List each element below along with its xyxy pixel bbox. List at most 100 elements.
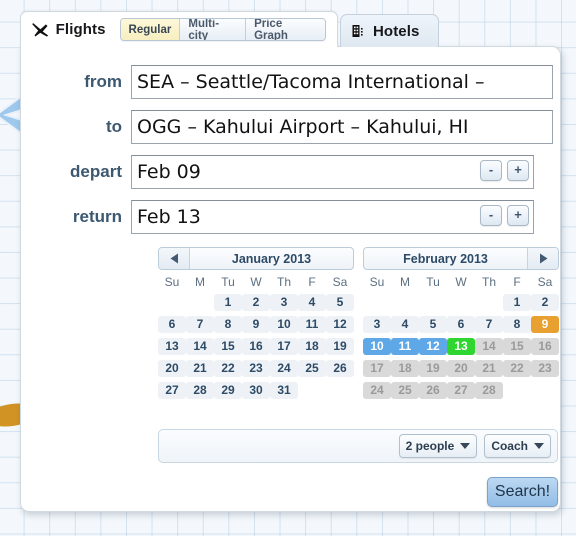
calendar-day: 16: [531, 338, 559, 355]
calendar-week-row: 24 25 26 27 28: [363, 382, 559, 401]
chevron-left-icon: [170, 253, 178, 264]
to-label: to: [105, 117, 122, 136]
day-of-week-header: Th: [276, 275, 291, 289]
calendar-day[interactable]: 14: [186, 338, 214, 355]
calendar-day[interactable]: 6: [447, 316, 475, 333]
calendar-day[interactable]: 10: [363, 338, 391, 355]
flight-mode-segmented-control[interactable]: Regular Multi-city Price Graph: [119, 18, 326, 41]
calendar-day[interactable]: 2: [531, 294, 559, 311]
calendar-day: 19: [419, 360, 447, 377]
calendar-day-empty: [186, 294, 214, 311]
segment-regular[interactable]: Regular: [120, 19, 181, 40]
calendar-week-row: 27 28 29 30 31: [158, 382, 354, 401]
calendar-day[interactable]: 1: [503, 294, 531, 311]
calendar-day[interactable]: 2: [242, 294, 270, 311]
calendar-day[interactable]: 30: [242, 382, 270, 399]
calendar-day[interactable]: 29: [214, 382, 242, 399]
calendar-day[interactable]: 27: [158, 382, 186, 399]
flight-search-panel: from SEA – Seattle/Tacoma International …: [20, 46, 561, 512]
return-row: return Feb 13 - +: [21, 199, 562, 235]
calendar-day-empty: [419, 294, 447, 311]
depart-decrement-button[interactable]: -: [480, 160, 502, 181]
tab-hotels[interactable]: Hotels: [340, 14, 439, 47]
calendar-day[interactable]: 18: [298, 338, 326, 355]
day-of-week-header: Tu: [426, 275, 440, 289]
calendar-day[interactable]: 13: [447, 338, 475, 355]
calendar-day[interactable]: 12: [419, 338, 447, 355]
calendar-day-empty: [363, 294, 391, 311]
calendar-day[interactable]: 7: [475, 316, 503, 333]
return-stepper: - +: [480, 205, 529, 226]
return-input[interactable]: Feb 13 - +: [131, 200, 534, 234]
calendar-day[interactable]: 12: [326, 316, 354, 333]
segment-price-graph[interactable]: Price Graph: [246, 19, 325, 40]
day-of-week-header: Su: [369, 275, 385, 289]
day-of-week-header: M: [195, 275, 205, 289]
calendar-day: 26: [419, 382, 447, 399]
calendar-day[interactable]: 4: [391, 316, 419, 333]
calendar-day[interactable]: 21: [186, 360, 214, 377]
calendar-day[interactable]: 8: [503, 316, 531, 333]
calendar-day[interactable]: 11: [391, 338, 419, 355]
day-of-week-header: Sa: [332, 275, 348, 289]
passengers-dropdown[interactable]: 2 people: [398, 434, 478, 458]
return-input-value: Feb 13: [137, 206, 201, 228]
calendar-day[interactable]: 16: [242, 338, 270, 355]
calendar-day[interactable]: 24: [270, 360, 298, 377]
calendar-february-title: February 2013: [403, 251, 488, 266]
calendar-day[interactable]: 15: [214, 338, 242, 355]
calendar-day: 23: [531, 360, 559, 377]
return-decrement-button[interactable]: -: [480, 205, 502, 226]
calendar-day[interactable]: 28: [186, 382, 214, 399]
day-of-week-header: M: [400, 275, 410, 289]
calendar-february-header: February 2013: [363, 247, 559, 270]
calendar-day: 18: [391, 360, 419, 377]
calendar-day[interactable]: 5: [326, 294, 354, 311]
calendar-day: 17: [363, 360, 391, 377]
calendar-day-empty: [391, 294, 419, 311]
calendar-day[interactable]: 8: [214, 316, 242, 333]
calendar-day[interactable]: 22: [214, 360, 242, 377]
calendar-day[interactable]: 31: [270, 382, 298, 399]
search-button[interactable]: Search!: [487, 477, 558, 507]
chevron-down-icon: [534, 443, 544, 449]
from-input[interactable]: SEA – Seattle/Tacoma International –: [131, 65, 553, 99]
calendar-day[interactable]: 4: [298, 294, 326, 311]
calendar-january: January 2013 Su M Tu W Th F Sa 1 2 3 4 5 6 7 8 9 10 11 12…: [158, 247, 354, 401]
chevron-down-icon: [460, 443, 471, 449]
depart-increment-button[interactable]: +: [507, 160, 529, 181]
calendar-day[interactable]: 19: [326, 338, 354, 355]
prev-month-button[interactable]: [159, 248, 190, 269]
cabin-class-dropdown[interactable]: Coach: [484, 434, 551, 458]
calendar-day[interactable]: 20: [158, 360, 186, 377]
return-increment-button[interactable]: +: [507, 205, 529, 226]
calendar-day[interactable]: 26: [326, 360, 354, 377]
depart-input[interactable]: Feb 09 - +: [131, 155, 534, 189]
calendar-day[interactable]: 11: [298, 316, 326, 333]
calendar-day[interactable]: 25: [298, 360, 326, 377]
calendar-day[interactable]: 17: [270, 338, 298, 355]
calendar-day[interactable]: 3: [270, 294, 298, 311]
calendar-day[interactable]: 23: [242, 360, 270, 377]
day-of-week-header: F: [308, 275, 316, 289]
airplane-icon: [32, 23, 49, 37]
cabin-class-dropdown-label: Coach: [491, 439, 528, 453]
to-input[interactable]: OGG – Kahului Airport – Kahului, HI: [131, 110, 553, 144]
next-month-button[interactable]: [527, 248, 558, 269]
building-icon: [352, 25, 363, 37]
calendar-day[interactable]: 9: [242, 316, 270, 333]
tab-flights-label: Flights: [55, 21, 106, 38]
calendar-day-empty: [503, 382, 531, 399]
calendar-day[interactable]: 5: [419, 316, 447, 333]
calendar-day[interactable]: 10: [270, 316, 298, 333]
calendar-day[interactable]: 1: [214, 294, 242, 311]
tab-flights[interactable]: Flights Regular Multi-city Price Graph: [20, 11, 338, 47]
calendar-week-row: 10 11 12 13 14 15 16: [363, 338, 559, 357]
calendar-day[interactable]: 7: [186, 316, 214, 333]
calendar-day[interactable]: 3: [363, 316, 391, 333]
calendar-day[interactable]: 13: [158, 338, 186, 355]
calendar-day[interactable]: 6: [158, 316, 186, 333]
tab-hotels-label: Hotels: [373, 22, 420, 40]
calendar-day[interactable]: 9: [531, 316, 559, 333]
segment-multi-city[interactable]: Multi-city: [180, 19, 247, 40]
